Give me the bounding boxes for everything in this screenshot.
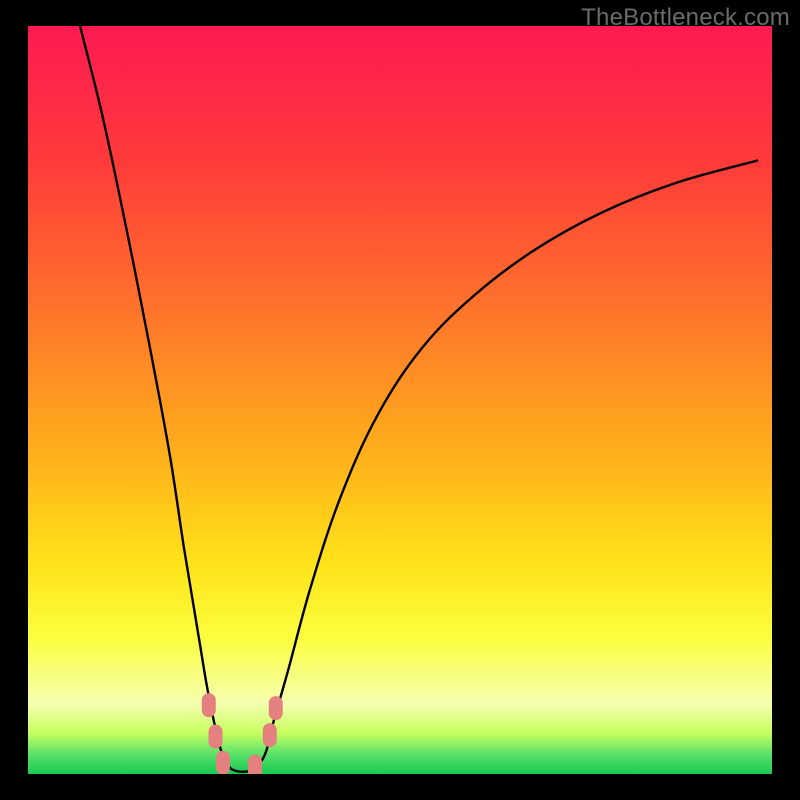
curve-marker — [202, 693, 216, 717]
curve-marker — [248, 755, 262, 774]
curve-marker — [216, 751, 230, 774]
curve-marker — [263, 723, 277, 747]
plot-area — [28, 26, 772, 774]
curve-marker — [269, 696, 283, 720]
curve-marker — [208, 725, 222, 749]
bottleneck-chart — [28, 26, 772, 774]
chart-frame: TheBottleneck.com — [0, 0, 800, 800]
gradient-background — [28, 26, 772, 774]
